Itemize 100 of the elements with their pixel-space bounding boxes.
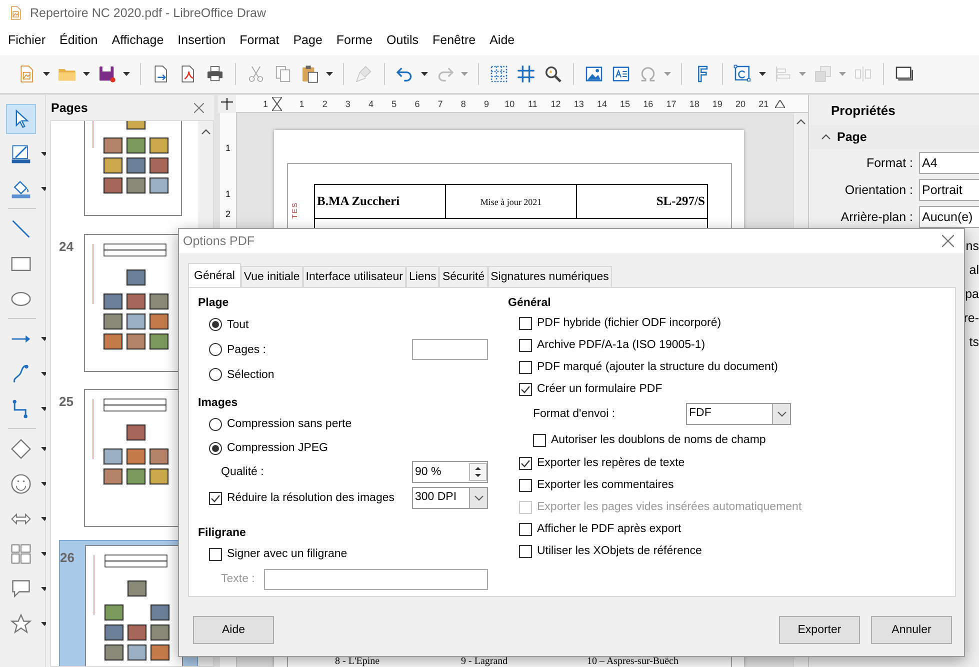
horizontal-ruler[interactable]: 1 1 2 3 4 5 6 7 8 9 10 11 12 13 14 15 16 17 18 19 20 21	[236, 95, 808, 113]
close-icon[interactable]	[194, 102, 204, 112]
ruler-number: 1	[262, 98, 270, 108]
ruler-number: 19	[711, 98, 724, 108]
menu-item[interactable]: Fichier	[1, 30, 53, 50]
menu-item[interactable]: Page	[286, 30, 330, 50]
option-label[interactable]: ns	[966, 234, 979, 258]
checkbox-label: Utiliser les XObjets de référence	[537, 545, 702, 557]
dialog-title: Options PDF	[183, 234, 255, 248]
radio-button[interactable]	[209, 442, 222, 454]
page-number: 25	[59, 394, 74, 409]
dropdown[interactable]: A4	[919, 152, 979, 174]
pages-field[interactable]	[412, 339, 488, 360]
caret-icon[interactable]	[43, 72, 50, 76]
checkbox-label: Autoriser les doublons de noms de champ	[551, 434, 766, 446]
checkbox[interactable]	[209, 548, 222, 560]
radio-button[interactable]	[209, 318, 222, 331]
dropdown[interactable]: Aucun(e)	[919, 206, 979, 228]
printer-icon	[205, 64, 225, 84]
caret-icon[interactable]	[421, 72, 428, 76]
tab[interactable]: Général	[188, 263, 241, 287]
section-title[interactable]: Page	[837, 130, 867, 144]
collapse-icon[interactable]	[821, 134, 831, 140]
radio-button[interactable]	[209, 343, 222, 356]
menu-item[interactable]: Insertion	[170, 30, 233, 50]
page-number: 26	[60, 550, 74, 565]
radio-button[interactable]	[209, 368, 222, 381]
radio-label: Compression JPEG	[227, 442, 328, 454]
menu-item[interactable]: Affichage	[104, 30, 171, 50]
ruler-number: 17	[665, 98, 678, 108]
indent-marker-icon[interactable]	[272, 96, 282, 110]
scissors-icon	[246, 64, 266, 84]
checkbox[interactable]	[519, 338, 532, 352]
checkbox[interactable]	[519, 478, 532, 492]
checkbox[interactable]	[209, 492, 222, 504]
field-label: Orientation :	[844, 182, 914, 196]
crosshair-icon[interactable]	[221, 98, 233, 110]
page-thumbnail[interactable]	[85, 545, 183, 666]
ruler-number: 10	[504, 98, 516, 108]
menu-item[interactable]: Forme	[329, 30, 380, 50]
indent-marker-icon[interactable]	[775, 100, 786, 108]
field-label: Texte :	[221, 573, 255, 585]
checkbox-label: Exporter les repères de texte	[537, 457, 685, 469]
text-field[interactable]	[264, 568, 488, 590]
spin-field[interactable]: 90 %	[412, 461, 488, 483]
option-label[interactable]: ts	[969, 330, 979, 354]
scroll-up-icon[interactable]	[200, 129, 210, 135]
dropdown[interactable]: Portrait	[919, 178, 979, 200]
checkbox-label: Afficher le PDF après export	[537, 523, 682, 535]
line-icon	[10, 218, 32, 240]
checkbox[interactable]	[519, 316, 532, 330]
tab[interactable]: Vue initiale	[240, 266, 303, 287]
caret-icon[interactable]	[83, 72, 90, 76]
menu-item[interactable]: Fenêtre	[425, 30, 483, 50]
checkbox[interactable]	[519, 544, 532, 558]
ruler-number: 9	[482, 98, 490, 108]
dialog-button[interactable]: Annuler	[871, 616, 952, 644]
dialog-button[interactable]: Exporter	[779, 616, 860, 644]
caret-icon[interactable]	[326, 72, 333, 76]
caret-icon[interactable]	[123, 72, 130, 76]
chevron-down-icon	[776, 411, 786, 417]
scroll-up-icon[interactable]	[796, 119, 806, 125]
tab[interactable]: Interface utilisateur	[302, 266, 406, 287]
spin-arrows-icon[interactable]	[469, 463, 487, 481]
menu-item[interactable]: Édition	[52, 30, 105, 50]
window-title: Repertoire NC 2020.pdf - LibreOffice Draw	[30, 6, 266, 20]
checkbox[interactable]	[519, 382, 532, 396]
radio-button[interactable]	[209, 418, 222, 430]
tab[interactable]: Liens	[406, 266, 440, 287]
star-icon	[10, 612, 32, 634]
ruler-number: 21	[758, 98, 770, 108]
menu-item[interactable]: Outils	[380, 30, 426, 50]
stacked-squares-icon	[813, 64, 833, 84]
radio-label: Pages :	[227, 344, 266, 356]
checkbox[interactable]	[519, 456, 532, 470]
field-label: Arrière-plan :	[840, 210, 914, 224]
tab[interactable]: Sécurité	[439, 266, 488, 287]
panel-title: Pages	[51, 100, 88, 114]
ruler-number: 12	[550, 98, 562, 108]
checkbox[interactable]	[533, 434, 546, 446]
ruler-number: 4	[368, 98, 375, 108]
tool-button[interactable]	[6, 104, 36, 134]
dropdown[interactable]: 300 DPI	[412, 487, 488, 509]
help-button[interactable]: Aide	[193, 616, 274, 644]
close-icon[interactable]	[942, 235, 954, 247]
checkbox[interactable]	[519, 360, 532, 374]
photo-caption: 9 - Lagrand	[461, 657, 509, 667]
option-label[interactable]: pa	[965, 282, 979, 306]
menu-item[interactable]: Format	[232, 30, 286, 50]
caret-icon[interactable]	[759, 72, 766, 76]
dropdown[interactable]: FDF	[686, 403, 791, 425]
tab[interactable]: Signatures numériques	[488, 266, 612, 287]
speech-bubble-icon	[10, 578, 32, 600]
option-label[interactable]: al	[969, 258, 979, 282]
section-heading: Général	[508, 296, 552, 311]
checkbox[interactable]	[519, 522, 532, 536]
checkbox-label: PDF marqué (ajouter la structure du document)	[537, 361, 778, 373]
menu-item[interactable]: Aide	[482, 30, 522, 50]
diamond-icon	[10, 438, 32, 460]
ruler-number: 1	[225, 143, 230, 153]
